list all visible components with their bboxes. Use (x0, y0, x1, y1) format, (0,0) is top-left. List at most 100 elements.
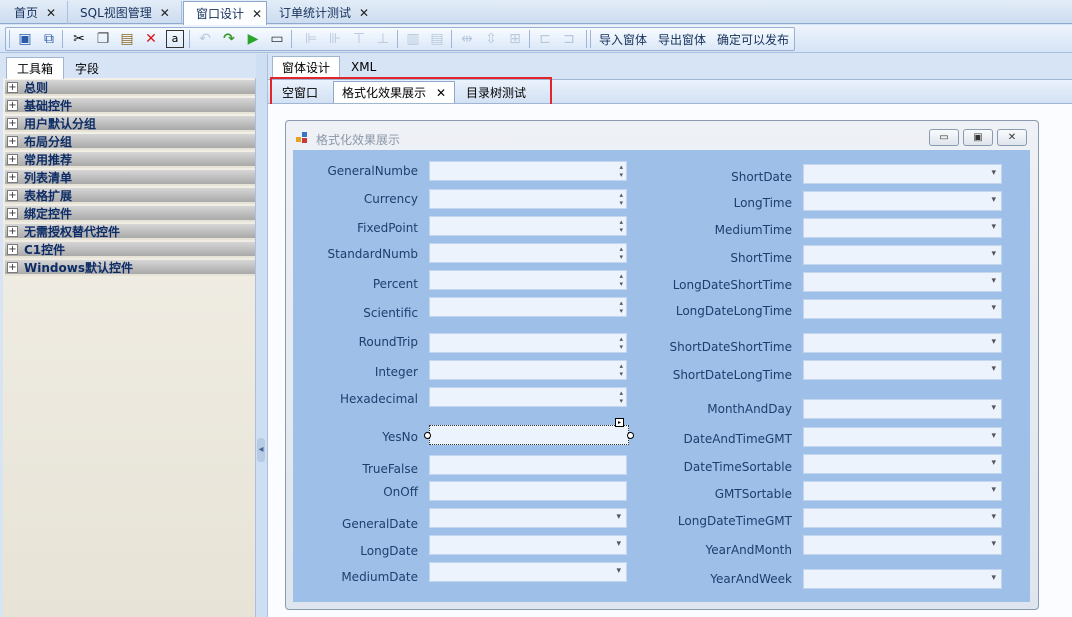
month-and-day-picker[interactable] (803, 399, 1002, 419)
smart-tag-icon[interactable]: ▸ (615, 418, 624, 427)
minimize-icon[interactable]: ▭ (929, 129, 959, 146)
toolbox-group[interactable]: + 用户默认分组 (5, 116, 255, 132)
close-icon[interactable]: ✕ (46, 6, 56, 20)
long-date-picker[interactable] (429, 535, 627, 555)
close-icon[interactable]: ✕ (359, 6, 369, 20)
toolbox-group[interactable]: + 无需授权替代控件 (5, 224, 255, 240)
true-false-input[interactable] (429, 455, 627, 475)
yes-no-input-selected[interactable] (429, 425, 629, 445)
on-off-input[interactable] (429, 481, 627, 501)
align-top-icon[interactable]: ⊤ (350, 30, 368, 48)
standard-number-input[interactable] (429, 243, 627, 263)
h-spacing-icon[interactable]: ⇹ (458, 30, 476, 48)
field-label: GeneralDate (342, 517, 418, 531)
undo-icon[interactable]: ↶ (196, 30, 214, 48)
scientific-input[interactable] (429, 297, 627, 317)
long-date-long-time-picker[interactable] (803, 299, 1002, 319)
doc-tab-sql-view[interactable]: SQL视图管理 ✕ (68, 1, 182, 24)
copy-icon[interactable]: ❐ (94, 30, 112, 48)
close-icon[interactable]: ✕ (160, 6, 170, 20)
tab-fields[interactable]: 字段 (65, 57, 109, 79)
medium-time-picker[interactable] (803, 218, 1002, 238)
paste-icon[interactable]: ▤ (118, 30, 136, 48)
form-icon[interactable]: ▭ (268, 30, 286, 48)
expand-icon[interactable]: + (7, 135, 18, 147)
redo-icon[interactable]: ↷ (220, 30, 238, 48)
toolbox-group[interactable]: + 列表清单 (5, 170, 255, 186)
date-time-sortable-picker[interactable] (803, 454, 1002, 474)
cut-icon[interactable]: ✂ (70, 30, 88, 48)
toolbox-group[interactable]: + C1控件 (5, 242, 255, 258)
year-and-month-picker[interactable] (803, 535, 1002, 555)
long-date-short-time-picker[interactable] (803, 272, 1002, 292)
year-and-week-picker[interactable] (803, 569, 1002, 589)
field-label: TrueFalse (362, 462, 418, 476)
align-middle-icon[interactable]: ⊥ (374, 30, 392, 48)
doc-tab-window-design[interactable]: 窗口设计 ✕ (183, 1, 267, 25)
percent-input[interactable] (429, 270, 627, 290)
run-icon[interactable]: ▶ (244, 30, 262, 48)
delete-icon[interactable]: ✕ (142, 30, 160, 48)
tab-form-design[interactable]: 窗体设计 (272, 56, 341, 78)
currency-input[interactable] (429, 189, 627, 209)
toolbox-group[interactable]: + 总则 (5, 80, 255, 96)
same-height-icon[interactable]: ▤ (428, 30, 446, 48)
expand-icon[interactable]: + (7, 207, 18, 219)
send-back-icon[interactable]: ⊏ (536, 30, 554, 48)
general-date-picker[interactable] (429, 508, 627, 528)
export-form-button[interactable]: 导出窗体 (658, 31, 706, 48)
expand-icon[interactable]: + (7, 81, 18, 93)
short-time-picker[interactable] (803, 245, 1002, 265)
long-date-time-gmt-picker[interactable] (803, 508, 1002, 528)
date-and-time-gmt-picker[interactable] (803, 427, 1002, 447)
save-all-icon[interactable]: ⧉ (40, 30, 58, 48)
confirm-publish-button[interactable]: 确定可以发布 (717, 31, 789, 48)
bring-front-icon[interactable]: ⊐ (560, 30, 578, 48)
maximize-icon[interactable]: ▣ (963, 129, 993, 146)
import-form-button[interactable]: 导入窗体 (599, 31, 647, 48)
short-date-short-time-picker[interactable] (803, 333, 1002, 353)
toolbox-group[interactable]: + 绑定控件 (5, 206, 255, 222)
close-icon[interactable]: ✕ (997, 129, 1027, 146)
resize-handle[interactable] (627, 432, 634, 439)
grid-icon[interactable]: ⊞ (506, 30, 524, 48)
integer-input[interactable] (429, 360, 627, 380)
doc-tab-label: 首页 (14, 6, 39, 20)
panel-splitter[interactable] (256, 54, 268, 617)
general-number-input[interactable] (429, 161, 627, 181)
short-date-picker[interactable] (803, 164, 1002, 184)
toolbox-group[interactable]: + 基础控件 (5, 98, 255, 114)
doc-tab-order-stats[interactable]: 订单统计测试 ✕ (267, 1, 377, 24)
short-date-long-time-picker[interactable] (803, 360, 1002, 380)
expand-icon[interactable]: + (7, 99, 18, 111)
collapse-arrow-icon[interactable]: ◂ (257, 438, 265, 462)
expand-icon[interactable]: + (7, 225, 18, 237)
fixed-point-input[interactable] (429, 216, 627, 236)
tab-toolbox[interactable]: 工具箱 (6, 57, 65, 79)
toolbox-group[interactable]: + 常用推荐 (5, 152, 255, 168)
toolbox-group[interactable]: + 表格扩展 (5, 188, 255, 204)
toolbox-group[interactable]: + 布局分组 (5, 134, 255, 150)
align-center-icon[interactable]: ⊪ (326, 30, 344, 48)
expand-icon[interactable]: + (7, 171, 18, 183)
toolbox-group[interactable]: + Windows默认控件 (5, 260, 255, 276)
medium-date-picker[interactable] (429, 562, 627, 582)
hexadecimal-input[interactable] (429, 387, 627, 407)
gmt-sortable-picker[interactable] (803, 481, 1002, 501)
resize-handle[interactable] (424, 432, 431, 439)
long-time-picker[interactable] (803, 191, 1002, 211)
align-left-icon[interactable]: ⊫ (302, 30, 320, 48)
rename-icon[interactable]: a (166, 30, 184, 48)
expand-icon[interactable]: + (7, 243, 18, 255)
v-spacing-icon[interactable]: ⇳ (482, 30, 500, 48)
doc-tab-home[interactable]: 首页 ✕ (2, 1, 68, 24)
round-trip-input[interactable] (429, 333, 627, 353)
expand-icon[interactable]: + (7, 153, 18, 165)
tab-xml[interactable]: XML (342, 56, 385, 78)
close-icon[interactable]: ✕ (252, 7, 262, 21)
expand-icon[interactable]: + (7, 261, 18, 273)
same-width-icon[interactable]: ▥ (404, 30, 422, 48)
save-icon[interactable]: ▣ (16, 30, 34, 48)
expand-icon[interactable]: + (7, 189, 18, 201)
expand-icon[interactable]: + (7, 117, 18, 129)
